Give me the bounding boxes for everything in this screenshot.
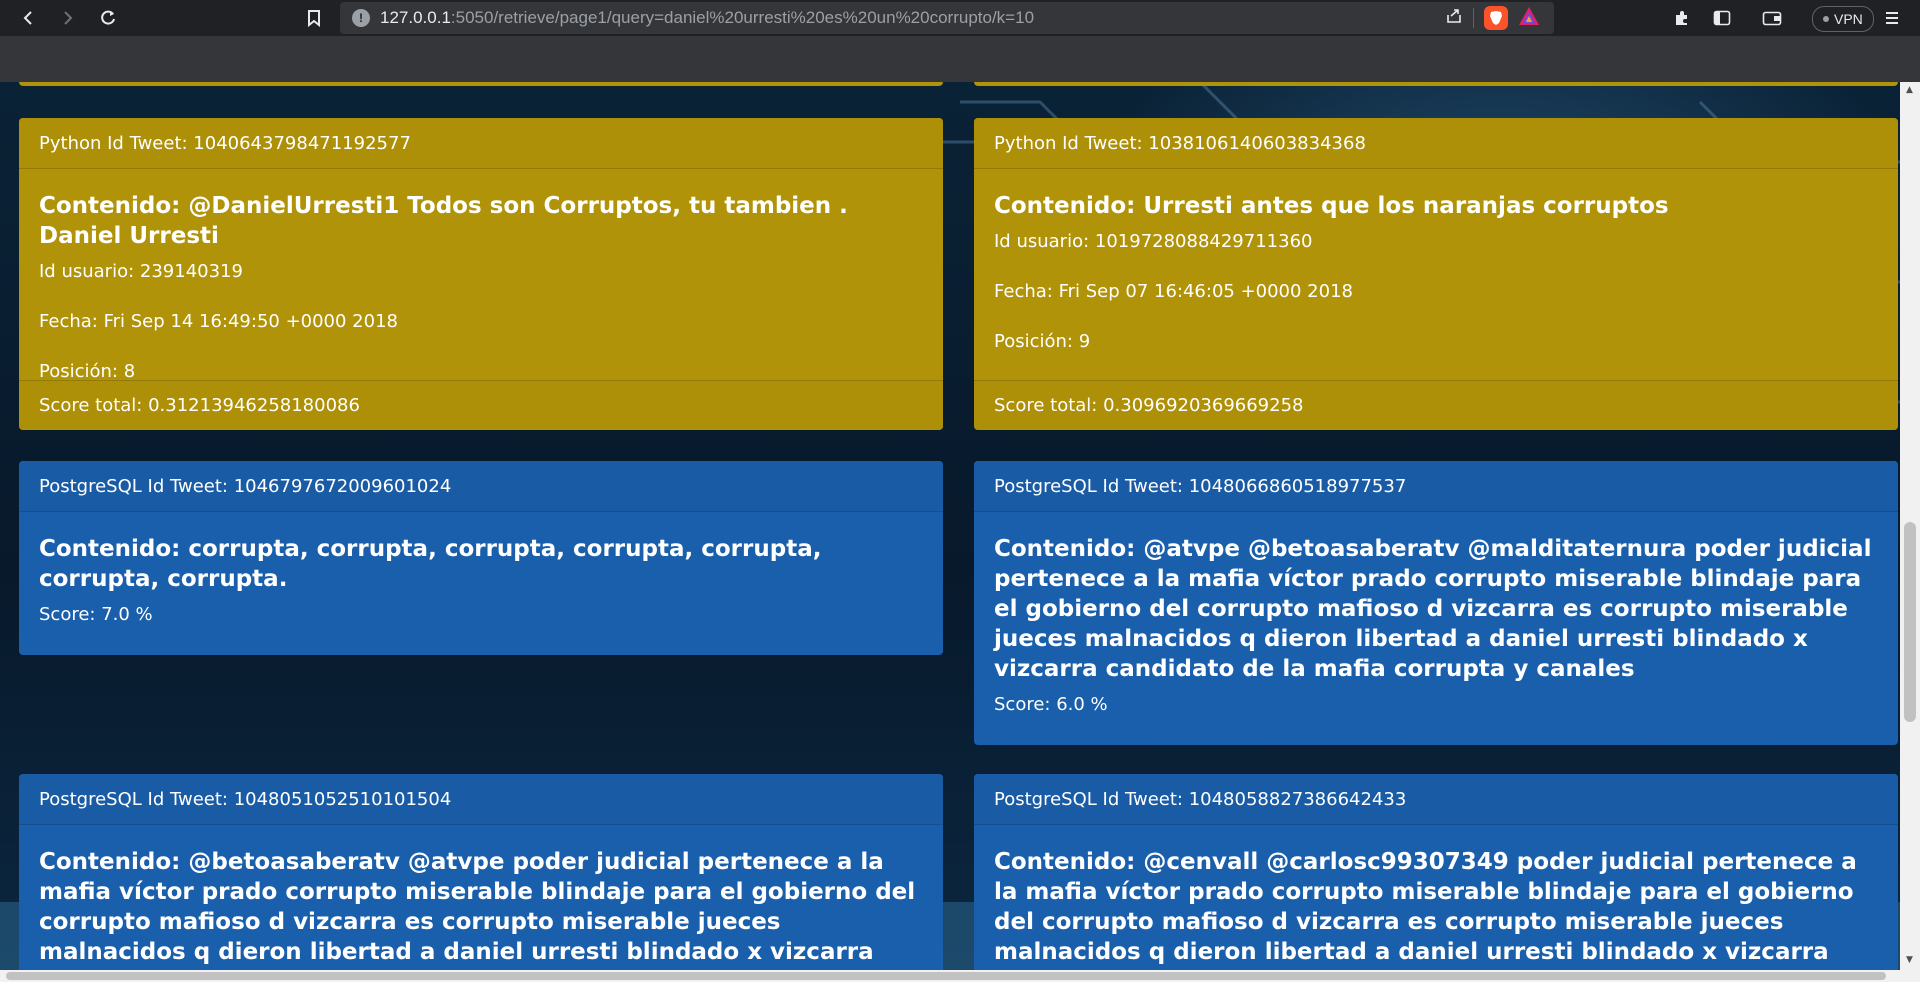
vpn-status-dot: [1823, 16, 1829, 22]
horizontal-scrollbar[interactable]: [0, 970, 1920, 982]
hamburger-menu-icon: [1886, 12, 1898, 24]
postgresql-tweet-card: PostgreSQL Id Tweet: 1046797672009601024…: [19, 461, 943, 655]
tweet-content: Contenido: @cenvall @carlosc99307349 pod…: [994, 849, 1857, 970]
site-info-icon[interactable]: !: [352, 9, 370, 27]
sidebar-button[interactable]: [1708, 4, 1736, 32]
vpn-button[interactable]: VPN: [1812, 6, 1874, 32]
wallet-button[interactable]: [1758, 4, 1786, 32]
vertical-scrollbar[interactable]: ▲ ▼: [1900, 82, 1920, 970]
card-header: PostgreSQL Id Tweet: 1048051052510101504: [19, 774, 943, 825]
back-button[interactable]: [14, 4, 42, 32]
tweet-content: Contenido: @DanielUrresti1 Todos son Cor…: [39, 193, 848, 249]
sidebar-icon: [1713, 10, 1731, 26]
tweet-content: Contenido: @atvpe @betoasaberatv @maldit…: [994, 536, 1872, 682]
card-header: PostgreSQL Id Tweet: 1048066860518977537: [974, 461, 1898, 512]
share-icon[interactable]: [1445, 7, 1463, 29]
vertical-scroll-thumb[interactable]: [1904, 522, 1916, 722]
user-id: Id usuario: 1019728088429711360: [994, 231, 1313, 252]
scroll-up-arrow-icon[interactable]: ▲: [1906, 86, 1913, 95]
reload-button[interactable]: [94, 4, 122, 32]
back-arrow-icon: [23, 11, 32, 25]
user-id: Id usuario: 239140319: [39, 261, 243, 282]
python-tweet-card: Python Id Tweet: 1038106140603834368 Con…: [974, 118, 1898, 430]
page-viewport: Python Id Tweet: 1040643798471192577 Con…: [0, 82, 1900, 970]
card-header: Python Id Tweet: 1038106140603834368: [974, 118, 1898, 169]
previous-card-edge: [19, 82, 943, 86]
menu-button[interactable]: [1878, 4, 1906, 32]
previous-card-edge: [974, 82, 1898, 86]
puzzle-icon: [1676, 11, 1687, 25]
card-header: PostgreSQL Id Tweet: 1046797672009601024: [19, 461, 943, 512]
card-footer-score: Score total: 0.3096920369669258: [974, 380, 1898, 430]
tweet-content: Contenido: corrupta, corrupta, corrupta,…: [39, 536, 822, 592]
horizontal-scroll-thumb[interactable]: [6, 972, 1886, 980]
postgresql-tweet-card: PostgreSQL Id Tweet: 1048058827386642433…: [974, 774, 1898, 970]
brave-shields-icon[interactable]: [1484, 6, 1508, 30]
postgresql-tweet-card: PostgreSQL Id Tweet: 1048051052510101504…: [19, 774, 943, 970]
wallet-icon: [1762, 11, 1782, 26]
python-tweet-card: Python Id Tweet: 1040643798471192577 Con…: [19, 118, 943, 430]
bookmark-button[interactable]: [300, 4, 328, 32]
tweet-date: Fecha: Fri Sep 14 16:49:50 +0000 2018: [39, 311, 398, 332]
extensions-button[interactable]: [1668, 4, 1696, 32]
card-header: PostgreSQL Id Tweet: 1048058827386642433: [974, 774, 1898, 825]
browser-toolbar: ! 127.0.0.1:5050/retrieve/page1/query=da…: [0, 0, 1920, 36]
tweet-position: Posición: 9: [994, 331, 1091, 352]
tweet-score: Score: 6.0 %: [994, 694, 1108, 715]
scroll-down-arrow-icon[interactable]: ▼: [1906, 956, 1913, 965]
divider: [1473, 8, 1474, 28]
card-footer-score: Score total: 0.31213946258180086: [19, 380, 943, 430]
reload-icon: [101, 10, 115, 25]
url-text[interactable]: 127.0.0.1:5050/retrieve/page1/query=dani…: [380, 8, 1034, 28]
postgresql-tweet-card: PostgreSQL Id Tweet: 1048066860518977537…: [974, 461, 1898, 745]
address-bar[interactable]: ! 127.0.0.1:5050/retrieve/page1/query=da…: [340, 2, 1554, 34]
bookmark-icon: [308, 10, 320, 27]
vpn-label: VPN: [1834, 11, 1863, 27]
forward-button[interactable]: [54, 4, 82, 32]
tweet-content: Contenido: @betoasaberatv @atvpe poder j…: [39, 849, 916, 970]
tweet-content: Contenido: Urresti antes que los naranja…: [994, 193, 1669, 219]
tweet-score: Score: 7.0 %: [39, 604, 153, 625]
brave-rewards-icon[interactable]: [1518, 6, 1540, 30]
tweet-date: Fecha: Fri Sep 07 16:46:05 +0000 2018: [994, 281, 1353, 302]
card-header: Python Id Tweet: 1040643798471192577: [19, 118, 943, 169]
forward-arrow-icon: [64, 11, 73, 25]
bookmarks-bar: [0, 36, 1920, 82]
